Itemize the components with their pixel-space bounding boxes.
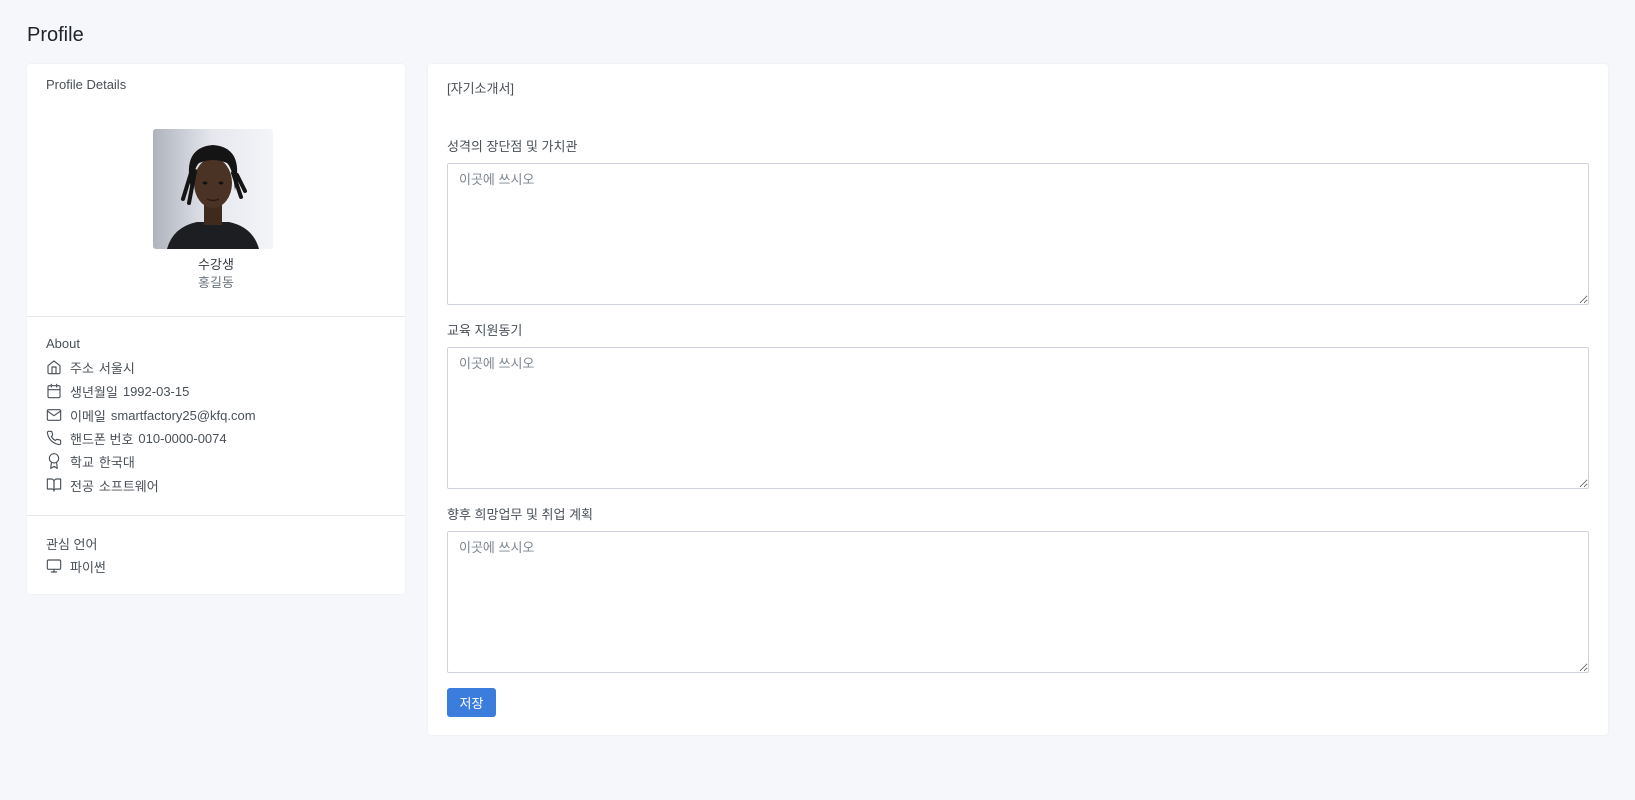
about-value: 1992-03-15 <box>122 383 190 399</box>
avatar <box>153 129 273 249</box>
interest-item: 파이썬 <box>46 556 106 576</box>
about-title: About <box>46 336 80 351</box>
divider <box>27 515 405 516</box>
about-value: 한국대 <box>98 454 135 470</box>
essay-card: [자기소개서] 성격의 장단점 및 가치관 교육 지원동기 향후 희망업무 및 … <box>428 64 1608 735</box>
about-label: 학교 <box>70 454 94 470</box>
save-button[interactable]: 저장 <box>447 688 496 717</box>
interests-title: 관심 언어 <box>46 537 98 552</box>
question-label: 향후 희망업무 및 취업 계획 <box>447 507 594 522</box>
about-label: 이메일 <box>70 408 106 424</box>
about-major: 전공 소프트웨어 <box>46 475 159 495</box>
career-plan-textarea[interactable] <box>447 531 1589 673</box>
about-value: 서울시 <box>98 360 135 376</box>
about-label: 전공 <box>70 478 94 494</box>
motivation-textarea[interactable] <box>447 347 1589 489</box>
about-label: 주소 <box>70 360 94 376</box>
phone-icon <box>46 430 62 446</box>
profile-details-title: Profile Details <box>46 77 127 92</box>
about-label: 핸드폰 번호 <box>70 431 134 447</box>
about-school: 학교 한국대 <box>46 451 135 471</box>
about-value: smartfactory25@kfq.com <box>110 407 256 423</box>
about-label: 생년월일 <box>70 384 118 400</box>
about-value: 010-0000-0074 <box>138 430 227 446</box>
calendar-icon <box>47 383 61 399</box>
book-icon <box>46 478 62 492</box>
about-address: 주소 서울시 <box>46 357 135 377</box>
about-email: 이메일 smartfactory25@kfq.com <box>46 405 256 425</box>
award-icon <box>48 453 60 469</box>
about-phone: 핸드폰 번호 010-0000-0074 <box>46 428 227 448</box>
about-value: 소프트웨어 <box>98 478 159 494</box>
page-title: Profile <box>27 24 84 46</box>
mail-icon <box>46 409 62 421</box>
avatar-image <box>153 129 273 249</box>
profile-name: 홍길동 <box>198 275 234 290</box>
interest-value: 파이썬 <box>70 559 106 575</box>
about-birthdate: 생년월일 1992-03-15 <box>46 381 189 401</box>
question-label: 교육 지원동기 <box>447 323 523 338</box>
profile-page: Profile Profile Details 수강생 홍길동 About 주소… <box>0 0 1635 800</box>
monitor-icon <box>46 559 62 573</box>
home-icon <box>47 360 61 375</box>
divider <box>27 316 405 317</box>
profile-card: Profile Details 수강생 홍길동 About 주소 서울시 생년월… <box>27 64 405 594</box>
question-label: 성격의 장단점 및 가치관 <box>447 139 578 154</box>
profile-role: 수강생 <box>198 257 234 272</box>
strengths-values-textarea[interactable] <box>447 163 1589 305</box>
essay-header: [자기소개서] <box>447 81 515 96</box>
